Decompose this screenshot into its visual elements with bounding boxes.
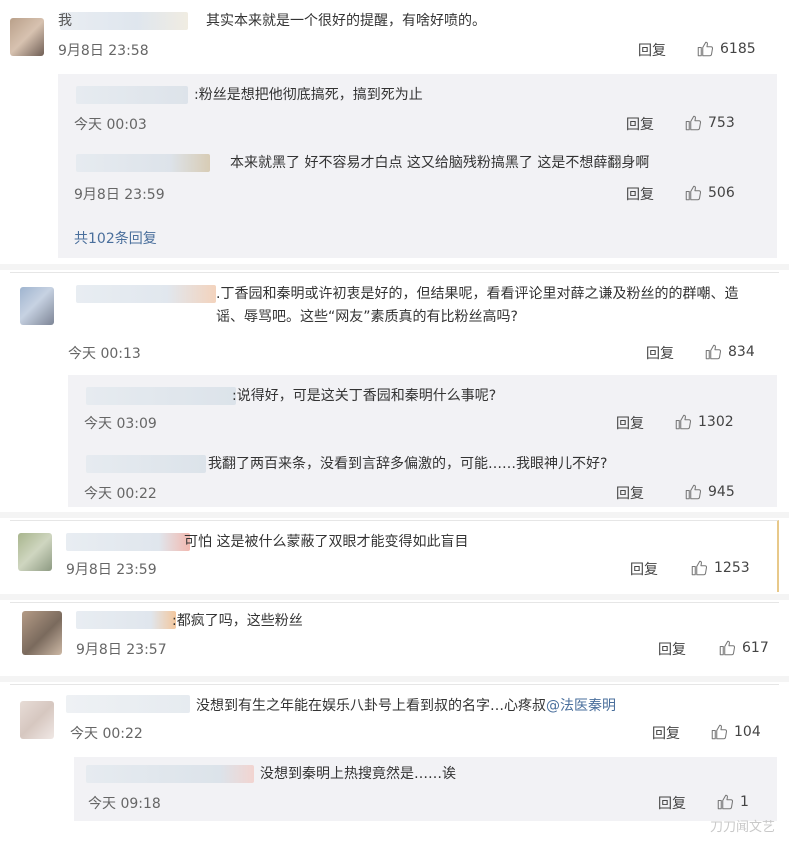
reply-time: 今天 00:22 bbox=[84, 486, 157, 502]
reply-button[interactable]: 回复 bbox=[646, 345, 674, 363]
thumbs-up-icon bbox=[719, 640, 736, 656]
comment-text: 没想到有生之年能在娱乐八卦号上看到叔的名字…心疼叔@法医秦明 bbox=[196, 697, 616, 715]
username-blurred[interactable] bbox=[76, 86, 188, 104]
comment-time: 今天 00:22 bbox=[70, 726, 143, 742]
avatar[interactable] bbox=[10, 18, 44, 56]
comment-text: :都疯了吗，这些粉丝 bbox=[172, 613, 303, 629]
comment-time: 9月8日 23:57 bbox=[76, 642, 167, 658]
view-all-replies-link[interactable]: 共102条回复 bbox=[74, 230, 157, 248]
like-button[interactable]: 834 bbox=[704, 343, 755, 361]
reply-text: 我翻了两百来条，没看到言辞多偏激的，可能……我眼神儿不好? bbox=[208, 456, 608, 472]
username-blurred[interactable] bbox=[66, 695, 190, 713]
reply-button[interactable]: 回复 bbox=[652, 725, 680, 743]
like-count: 753 bbox=[708, 115, 735, 131]
like-button[interactable]: 1253 bbox=[690, 559, 750, 577]
reply-button[interactable]: 回复 bbox=[630, 561, 658, 579]
comment-text-body: 没想到有生之年能在娱乐八卦号上看到叔的名字…心疼叔 bbox=[196, 698, 546, 714]
comment-text: 其实本来就是一个很好的提醒，有啥好喷的。 bbox=[206, 13, 486, 29]
reply-text: :说得好，可是这关丁香园和秦明什么事呢? bbox=[232, 388, 497, 404]
like-count: 834 bbox=[728, 344, 755, 360]
reply-text: 没想到秦明上热搜竟然是……诶 bbox=[260, 766, 456, 782]
comment-card: 没想到有生之年能在娱乐八卦号上看到叔的名字…心疼叔@法医秦明 今天 00:22 … bbox=[10, 684, 779, 841]
thumbs-up-icon bbox=[685, 185, 702, 201]
reply-list: 没想到秦明上热搜竟然是……诶 今天 09:18 回复 1 bbox=[74, 757, 777, 821]
username-blurred[interactable] bbox=[86, 455, 206, 473]
like-button[interactable]: 1 bbox=[716, 793, 749, 811]
like-button[interactable]: 104 bbox=[710, 723, 761, 741]
like-button[interactable]: 617 bbox=[718, 639, 769, 657]
thumbs-up-icon bbox=[675, 414, 692, 430]
username-blurred[interactable] bbox=[60, 12, 188, 30]
username-blurred[interactable] bbox=[76, 285, 216, 303]
reply-text: :粉丝是想把他彻底搞死，搞到死为止 bbox=[194, 87, 423, 103]
comment-time: 今天 00:13 bbox=[68, 346, 141, 362]
username-blurred[interactable] bbox=[76, 154, 210, 172]
thumbs-up-icon bbox=[685, 484, 702, 500]
like-count: 104 bbox=[734, 724, 761, 740]
thumbs-up-icon bbox=[705, 344, 722, 360]
like-count: 1253 bbox=[714, 560, 750, 576]
thumbs-up-icon bbox=[711, 724, 728, 740]
reply-time: 今天 00:03 bbox=[74, 117, 147, 133]
reply-list: :粉丝是想把他彻底搞死，搞到死为止 今天 00:03 回复 753 本来就黑了 … bbox=[58, 74, 777, 258]
reply-time: 今天 03:09 bbox=[84, 416, 157, 432]
divider bbox=[0, 594, 789, 600]
comment-card: 我 其实本来就是一个很好的提醒，有啥好喷的。 9月8日 23:58 回复 618… bbox=[10, 0, 779, 262]
watermark: 刀刀闻文艺 bbox=[709, 820, 775, 835]
username-blurred[interactable] bbox=[86, 765, 254, 783]
avatar[interactable] bbox=[20, 701, 54, 739]
username-blurred[interactable] bbox=[66, 533, 190, 551]
reply-button[interactable]: 回复 bbox=[616, 415, 644, 433]
thumbs-up-icon bbox=[717, 794, 734, 810]
comment-text: .丁香园和秦明或许初衷是好的，但结果呢，看看评论里对薛之谦及粉丝的的群嘲、造谣、… bbox=[216, 286, 739, 325]
reply-button[interactable]: 回复 bbox=[658, 795, 686, 813]
like-button[interactable]: 506 bbox=[684, 184, 735, 202]
username-blurred[interactable] bbox=[76, 611, 176, 629]
like-count: 506 bbox=[708, 185, 735, 201]
reply-text: 本来就黑了 好不容易才白点 这又给脑残粉搞黑了 这是不想薛翻身啊 bbox=[230, 155, 650, 171]
divider bbox=[0, 512, 789, 518]
avatar[interactable] bbox=[20, 287, 54, 325]
like-button[interactable]: 1302 bbox=[674, 413, 734, 431]
like-button[interactable]: 753 bbox=[684, 114, 735, 132]
avatar[interactable] bbox=[18, 533, 52, 571]
like-button[interactable]: 6185 bbox=[696, 40, 756, 58]
thumbs-up-icon bbox=[691, 560, 708, 576]
divider bbox=[0, 676, 789, 682]
comment-time: 9月8日 23:58 bbox=[58, 43, 149, 59]
avatar[interactable] bbox=[22, 611, 62, 655]
comment-time: 9月8日 23:59 bbox=[66, 562, 157, 578]
reply-list: :说得好，可是这关丁香园和秦明什么事呢? 今天 03:09 回复 1302 我翻… bbox=[68, 375, 777, 507]
divider bbox=[0, 264, 789, 270]
username-blurred[interactable] bbox=[86, 387, 236, 405]
thumbs-up-icon bbox=[697, 41, 714, 57]
reply-button[interactable]: 回复 bbox=[626, 186, 654, 204]
like-count: 617 bbox=[742, 640, 769, 656]
thumbs-up-icon bbox=[685, 115, 702, 131]
like-button[interactable]: 945 bbox=[684, 483, 735, 501]
comment-text: 可怕 这是被什么蒙蔽了双眼才能变得如此盲目 bbox=[184, 534, 469, 550]
reply-time: 今天 09:18 bbox=[88, 796, 161, 812]
reply-button[interactable]: 回复 bbox=[658, 641, 686, 659]
mention-link[interactable]: @法医秦明 bbox=[546, 698, 616, 714]
comment-card: :都疯了吗，这些粉丝 9月8日 23:57 回复 617 bbox=[10, 602, 779, 674]
like-count: 945 bbox=[708, 484, 735, 500]
reply-button[interactable]: 回复 bbox=[638, 42, 666, 60]
comment-card: .丁香园和秦明或许初衷是好的，但结果呢，看看评论里对薛之谦及粉丝的的群嘲、造谣、… bbox=[10, 272, 779, 510]
reply-button[interactable]: 回复 bbox=[616, 485, 644, 503]
like-count: 1 bbox=[740, 794, 749, 810]
like-count: 6185 bbox=[720, 41, 756, 57]
reply-time: 9月8日 23:59 bbox=[74, 187, 165, 203]
reply-button[interactable]: 回复 bbox=[626, 116, 654, 134]
comment-card: 可怕 这是被什么蒙蔽了双眼才能变得如此盲目 9月8日 23:59 回复 1253 bbox=[10, 520, 779, 592]
username-fragment[interactable]: 我 bbox=[58, 12, 72, 30]
like-count: 1302 bbox=[698, 414, 734, 430]
